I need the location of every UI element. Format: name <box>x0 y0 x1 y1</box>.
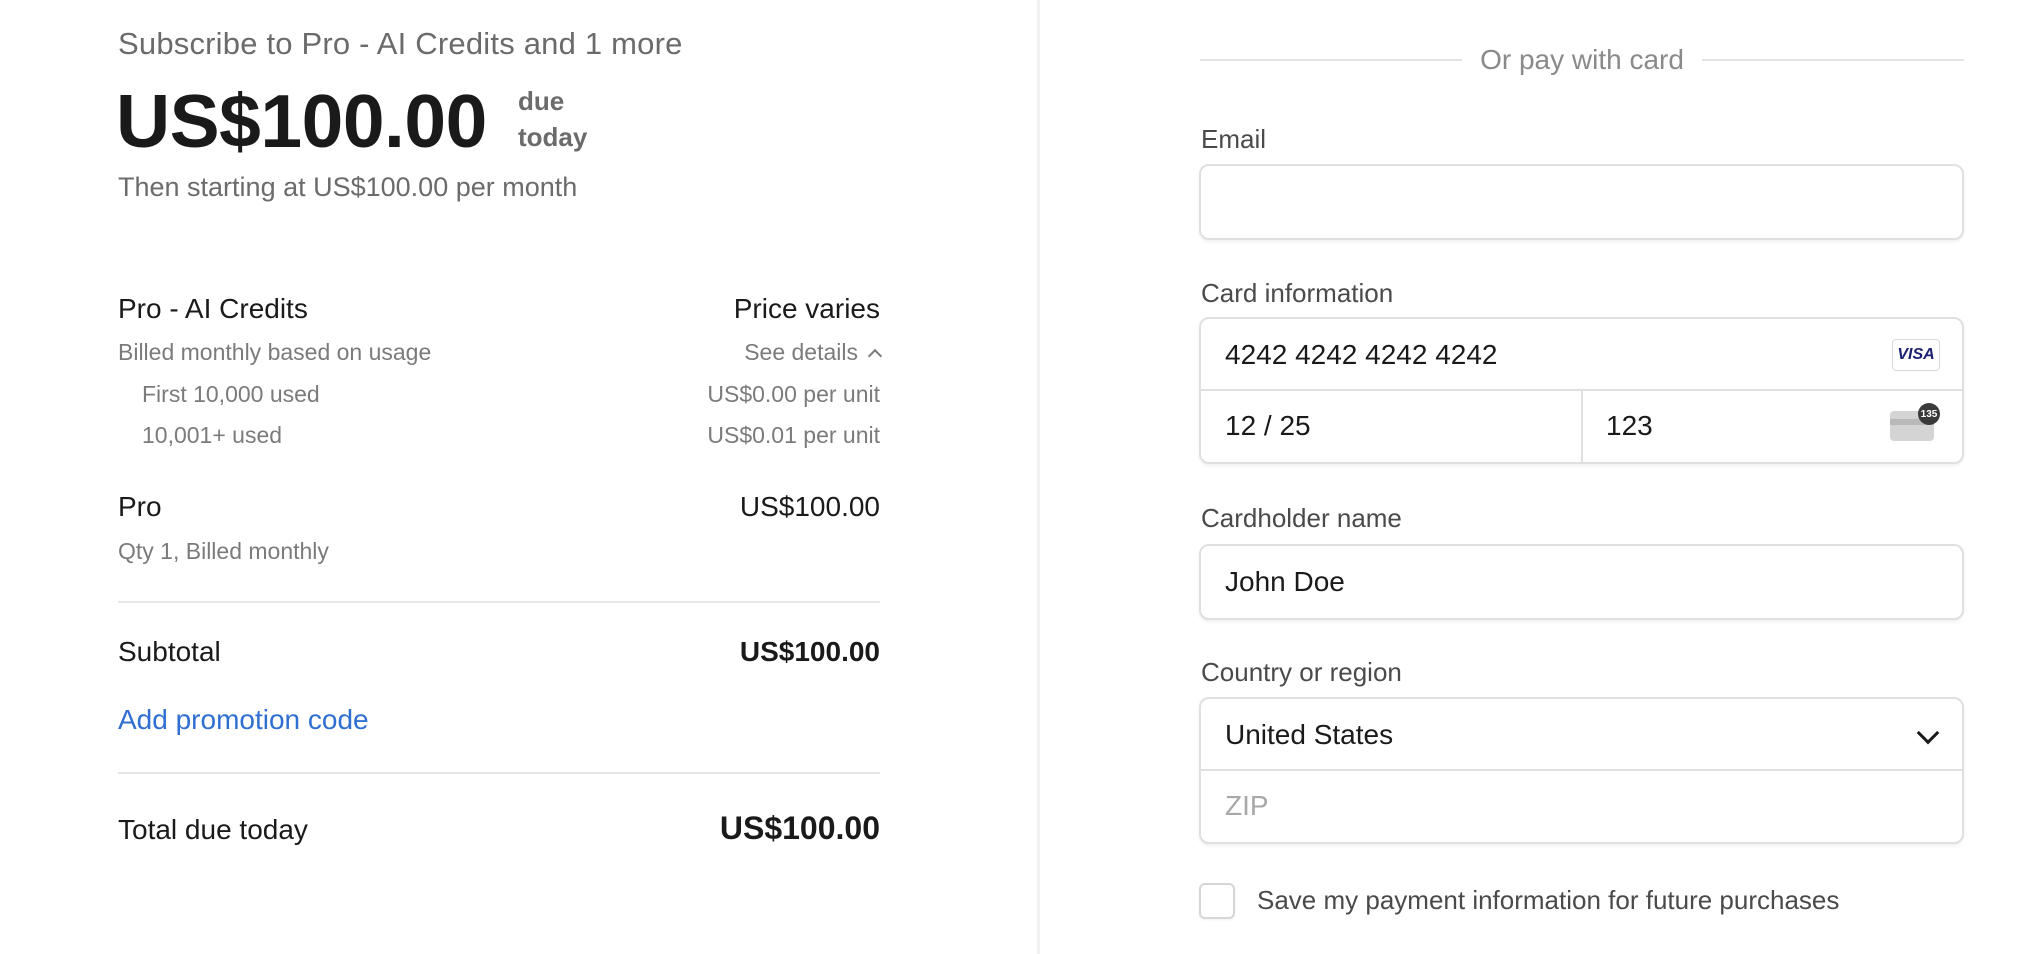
separator-line <box>1200 59 1463 61</box>
line-item-pro: Pro US$100.00 <box>118 491 880 523</box>
chevron-down-icon <box>1916 721 1940 745</box>
cardholder-name-field[interactable]: John Doe <box>1199 544 1964 620</box>
line-item-qty: Qty 1, Billed monthly <box>118 538 329 564</box>
line-item-price: US$100.00 <box>739 491 880 522</box>
total-value: US$100.00 <box>719 810 880 846</box>
or-pay-with-card-separator: Or pay with card <box>1200 40 1965 80</box>
cardholder-name-value: John Doe <box>1225 566 1345 597</box>
subtotal-row: Subtotal US$100.00 <box>118 636 880 668</box>
card-information-group: 4242 4242 4242 4242 VISA 12 / 25 123 135 <box>1199 317 1964 464</box>
subscribe-title: Subscribe to Pro - AI Credits and 1 more <box>118 26 683 61</box>
subtotal-label: Subtotal <box>118 636 221 667</box>
tier-value: US$0.01 per unit <box>707 422 880 448</box>
see-details-label: See details <box>744 339 858 365</box>
line-item-name: Pro <box>118 491 162 522</box>
due-today-label: due today <box>518 83 587 155</box>
email-field[interactable] <box>1199 164 1964 240</box>
visa-card-icon: VISA <box>1892 339 1940 371</box>
save-payment-checkbox[interactable] <box>1199 883 1235 919</box>
chevron-up-icon <box>867 348 883 363</box>
tier-label: 10,001+ used <box>142 422 283 448</box>
cvc-card-icon: 135 <box>1890 403 1940 441</box>
card-information-label: Card information <box>1201 278 1394 308</box>
save-payment-label[interactable]: Save my payment information for future p… <box>1257 885 1839 916</box>
cvc-field[interactable]: 123 <box>1606 410 1653 442</box>
cardholder-name-label: Cardholder name <box>1201 503 1402 533</box>
cvc-badge: 135 <box>1918 403 1940 425</box>
card-divider <box>1581 391 1583 462</box>
card-brand-label: VISA <box>1897 346 1935 363</box>
tier-row: 10,001+ used US$0.01 per unit <box>118 422 880 449</box>
expiry-field[interactable]: 12 / 25 <box>1225 410 1311 442</box>
divider <box>118 772 880 774</box>
due-today-line2: today <box>518 122 588 152</box>
total-row: Total due today US$100.00 <box>118 810 880 847</box>
line-item-billing: Billed monthly based on usage <box>118 339 432 365</box>
line-item-pro-details: Qty 1, Billed monthly <box>118 538 880 565</box>
subtotal-value: US$100.00 <box>739 636 880 667</box>
zip-field[interactable]: ZIP <box>1225 790 1269 822</box>
country-select[interactable]: United States <box>1201 699 1962 769</box>
divider <box>118 601 880 603</box>
due-today-line1: due <box>518 86 565 116</box>
separator-line <box>1701 59 1965 61</box>
see-details-toggle[interactable]: See details <box>744 339 883 366</box>
line-item-price: Price varies <box>733 293 880 324</box>
field-divider <box>1201 769 1962 771</box>
tier-value: US$0.00 per unit <box>707 381 880 407</box>
line-item-credits: Pro - AI Credits Price varies <box>118 293 880 325</box>
line-item-name: Pro - AI Credits <box>118 293 308 324</box>
recurring-note: Then starting at US$100.00 per month <box>118 172 578 202</box>
email-label: Email <box>1201 124 1267 154</box>
card-number-field[interactable]: 4242 4242 4242 4242 <box>1225 339 1498 371</box>
or-pay-label: Or pay with card <box>1480 44 1684 75</box>
tier-row: First 10,000 used US$0.00 per unit <box>118 381 880 408</box>
country-label: Country or region <box>1201 657 1402 687</box>
country-value: United States <box>1225 719 1394 750</box>
total-label: Total due today <box>118 814 308 845</box>
add-promotion-code-link[interactable]: Add promotion code <box>118 704 369 736</box>
line-item-credits-details: Billed monthly based on usage See detail… <box>118 339 883 366</box>
amount-due: US$100.00 <box>116 79 487 163</box>
country-zip-group: United States ZIP <box>1199 697 1964 844</box>
tier-label: First 10,000 used <box>142 381 320 407</box>
